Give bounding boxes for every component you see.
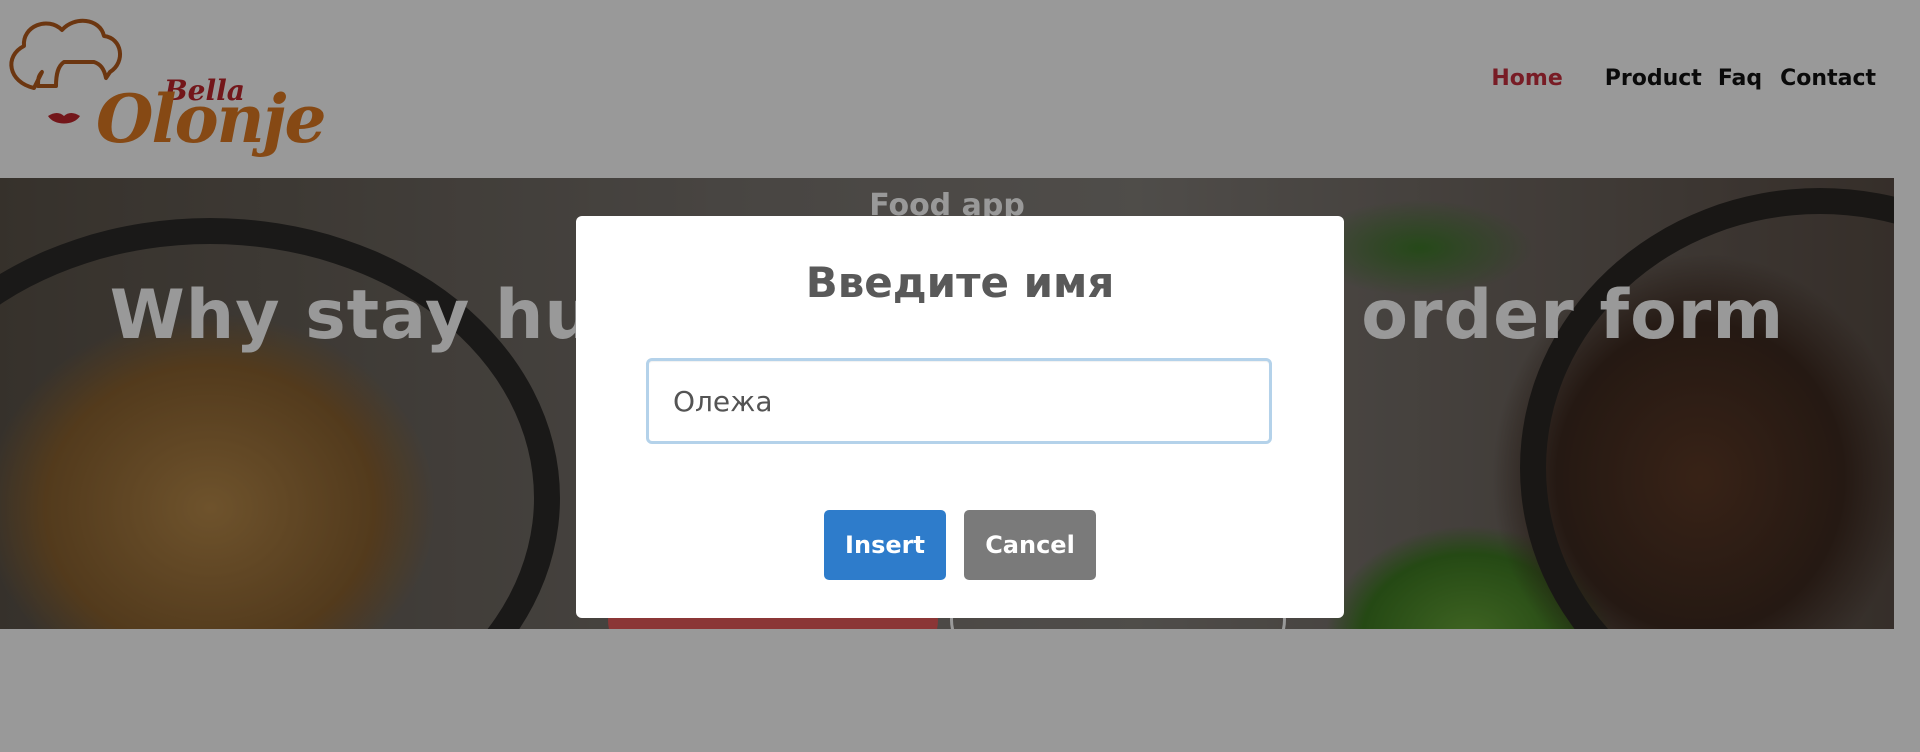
name-prompt-dialog: Введите имя Insert Cancel	[576, 216, 1344, 618]
name-input[interactable]	[646, 358, 1272, 444]
dialog-actions: Insert Cancel	[576, 510, 1344, 580]
insert-button[interactable]: Insert	[824, 510, 946, 580]
cancel-button[interactable]: Cancel	[964, 510, 1096, 580]
dialog-title: Введите имя	[805, 258, 1115, 307]
